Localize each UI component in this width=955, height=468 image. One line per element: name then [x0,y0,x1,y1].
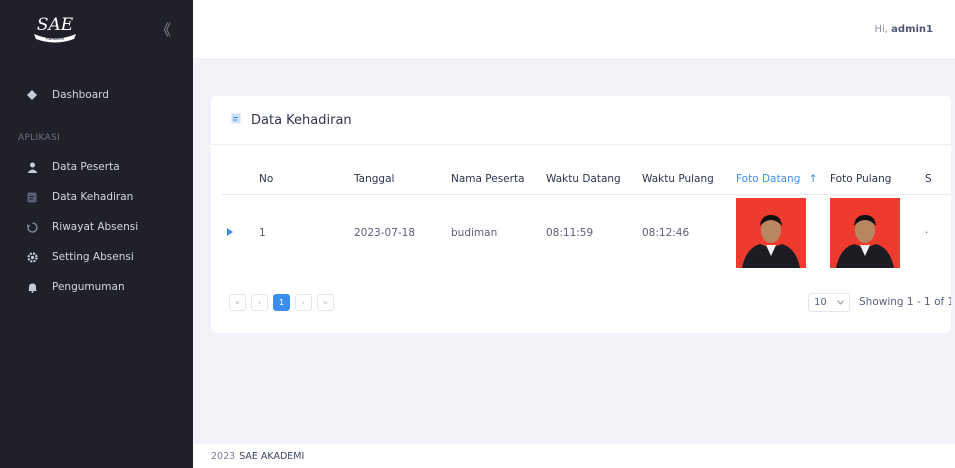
footer: 2023 SAE AKADEMI [193,444,955,468]
attendance-card: Data Kehadiran No Tanggal Nama Peserta W… [211,96,951,333]
svg-text:AKADEMI: AKADEMI [46,36,64,41]
chevrons-left-icon[interactable]: 《 [156,19,171,40]
column-header-status[interactable]: S [925,164,951,195]
column-header-waktu-pulang[interactable]: Waktu Pulang [642,164,736,195]
footer-company: SAE AKADEMI [239,450,305,462]
sidebar: SAE AKADEMI 《 Dashboard APLIKASI Data Pe… [0,0,193,468]
cell-tanggal: 2023-07-18 [354,227,416,240]
cell-status: · [925,227,929,240]
bell-icon [26,281,38,293]
page-size-select[interactable]: 10 [808,293,850,312]
sidebar-item-data-peserta[interactable]: Data Peserta [0,152,193,182]
history-icon [26,221,38,233]
gear-icon [26,251,38,263]
table-row[interactable]: 1 2023-07-18 budiman 08:11:59 08:12:46 · [221,194,951,272]
sidebar-item-pengumuman[interactable]: Pengumuman [0,272,193,302]
cell-foto-datang [736,194,830,272]
sidebar-item-data-kehadiran[interactable]: Data Kehadiran [0,182,193,212]
document-icon [26,191,38,203]
sidebar-item-label: Dashboard [52,89,109,101]
row-expand-cell[interactable] [221,194,259,272]
caret-right-icon[interactable] [221,227,233,239]
pagination: « ‹ 1 › » [229,294,334,311]
sidebar-item-dashboard[interactable]: Dashboard [0,80,193,110]
username: admin1 [891,23,933,35]
card-header: Data Kehadiran [211,96,951,145]
column-header-foto-datang[interactable]: Foto Datang ↑ [736,164,830,195]
sort-ascending-icon: ↑ [808,172,818,185]
departure-photo[interactable] [830,198,900,269]
sidebar-item-label: Pengumuman [52,281,125,293]
user-icon [26,161,38,173]
pagination-last-button[interactable]: » [317,294,334,311]
pagination-page-1[interactable]: 1 [273,294,290,311]
column-header-no[interactable]: No [259,164,354,195]
chevron-down-icon [837,297,844,308]
diamond-icon [26,89,38,101]
card-title: Data Kehadiran [251,112,352,128]
sidebar-item-label: Data Peserta [52,161,120,173]
user-greeting[interactable]: Hi, admin1 [874,24,933,35]
sidebar-item-label: Riwayat Absensi [52,221,139,233]
footer-year: 2023 [211,450,236,462]
cell-foto-pulang [830,194,925,272]
sidebar-item-label: Data Kehadiran [52,191,134,203]
column-expand [221,164,259,195]
sidebar-item-label: Setting Absensi [52,251,134,263]
pagination-next-button[interactable]: › [295,294,312,311]
cell-pulang: 08:12:46 [642,227,690,240]
page-size-value: 10 [814,297,827,308]
sidebar-item-setting-absensi[interactable]: Setting Absensi [0,242,193,272]
cell-nama: budiman [451,227,498,240]
cell-datang: 08:11:59 [546,227,594,240]
column-header-nama-peserta[interactable]: Nama Peserta [451,164,546,195]
pagination-prev-button[interactable]: ‹ [251,294,268,311]
brand: SAE AKADEMI 《 [0,0,193,58]
sidebar-item-riwayat-absensi[interactable]: Riwayat Absensi [0,212,193,242]
column-header-foto-pulang[interactable]: Foto Pulang [830,164,925,195]
sidebar-section-title: APLIKASI [18,133,60,143]
column-header-label: Foto Datang [736,172,801,185]
svg-text:SAE: SAE [37,15,74,35]
topbar: Hi, admin1 [193,0,955,58]
column-header-tanggal[interactable]: Tanggal [354,164,451,195]
brand-logo[interactable]: SAE AKADEMI [28,13,82,45]
column-header-waktu-datang[interactable]: Waktu Datang [546,164,642,195]
arrival-photo[interactable] [736,198,806,269]
table-header-row: No Tanggal Nama Peserta Waktu Datang Wak… [221,164,951,195]
greeting-text: Hi, [874,23,888,35]
cell-no: 1 [259,227,266,240]
attendance-table: No Tanggal Nama Peserta Waktu Datang Wak… [221,164,951,272]
showing-count: Showing 1 - 1 of 1 [859,296,951,308]
document-icon [231,113,241,127]
pagination-first-button[interactable]: « [229,294,246,311]
